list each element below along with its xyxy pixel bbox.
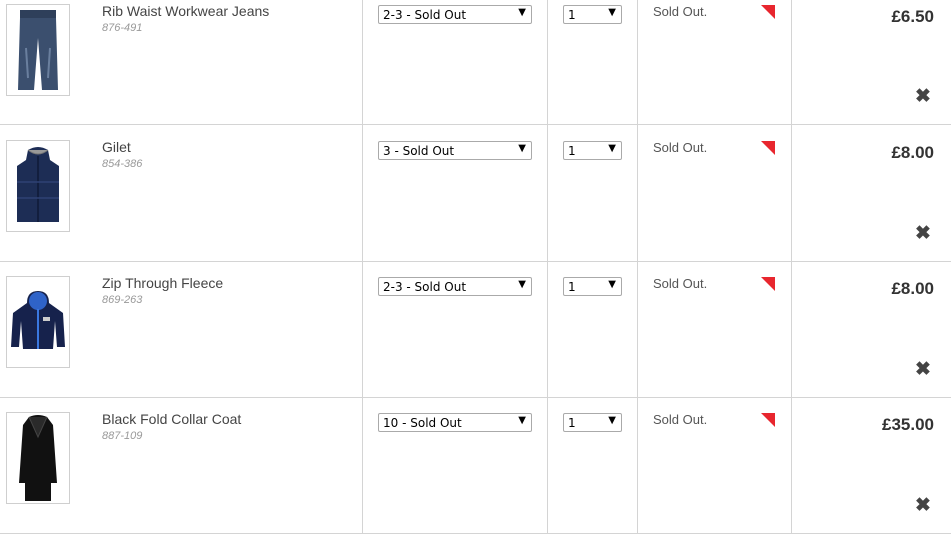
quantity-select-value: 1: [568, 280, 576, 294]
item-price: £8.00: [891, 143, 934, 162]
size-select[interactable]: 3 - Sold Out ▼: [378, 141, 532, 160]
column-divider: [637, 0, 638, 124]
column-divider: [362, 0, 363, 124]
item-price: £35.00: [882, 415, 934, 434]
size-select-value: 2-3 - Sold Out: [383, 280, 467, 294]
remove-item-button[interactable]: ✖: [915, 496, 931, 515]
remove-item-button[interactable]: ✖: [915, 224, 931, 243]
quantity-select[interactable]: 1 ▼: [563, 5, 622, 24]
basket-row: Zip Through Fleece 869-263 2-3 - Sold Ou…: [0, 261, 951, 398]
column-divider: [637, 397, 638, 533]
product-name[interactable]: Black Fold Collar Coat: [102, 411, 241, 427]
triangle-down-icon: ▼: [608, 415, 616, 426]
product-code: 869-263: [102, 294, 143, 306]
column-divider: [791, 0, 792, 124]
product-image-fleece[interactable]: [6, 276, 70, 368]
column-divider: [362, 397, 363, 533]
basket-row: Black Fold Collar Coat 887-109 10 - Sold…: [0, 397, 951, 534]
product-image-jeans[interactable]: [6, 4, 70, 96]
close-icon: ✖: [915, 495, 931, 516]
size-select-value: 2-3 - Sold Out: [383, 8, 467, 22]
size-select[interactable]: 2-3 - Sold Out ▼: [378, 5, 532, 24]
product-name[interactable]: Gilet: [102, 139, 131, 155]
size-select[interactable]: 2-3 - Sold Out ▼: [378, 277, 532, 296]
jeans-image: [18, 10, 58, 90]
triangle-down-icon: ▼: [518, 143, 526, 154]
column-divider: [547, 261, 548, 397]
triangle-down-icon: ▼: [608, 279, 616, 290]
quantity-select[interactable]: 1 ▼: [563, 277, 622, 296]
quantity-select-value: 1: [568, 144, 576, 158]
stock-status: Sold Out.: [653, 140, 708, 155]
triangle-down-icon: ▼: [608, 143, 616, 154]
column-divider: [791, 397, 792, 533]
triangle-down-icon: ▼: [608, 7, 616, 18]
product-code: 854-386: [102, 158, 143, 170]
quantity-select-value: 1: [568, 8, 576, 22]
product-image-coat[interactable]: [6, 412, 70, 504]
item-price: £8.00: [891, 279, 934, 298]
column-divider: [362, 261, 363, 397]
column-divider: [362, 125, 363, 261]
product-code: 887-109: [102, 430, 143, 442]
column-divider: [547, 125, 548, 261]
quantity-select[interactable]: 1 ▼: [563, 141, 622, 160]
product-image-gilet[interactable]: [6, 140, 70, 232]
product-name[interactable]: Zip Through Fleece: [102, 275, 223, 291]
basket-row: Gilet 854-386 3 - Sold Out ▼ 1 ▼ Sold Ou…: [0, 125, 951, 262]
close-icon: ✖: [915, 359, 931, 380]
stock-status: Sold Out.: [653, 4, 708, 19]
remove-item-button[interactable]: ✖: [915, 360, 931, 379]
red-corner-flag-icon: [761, 277, 775, 291]
basket-row: Rib Waist Workwear Jeans 876-491 2-3 - S…: [0, 0, 951, 125]
gilet-image: [17, 147, 59, 222]
red-corner-flag-icon: [761, 413, 775, 427]
triangle-down-icon: ▼: [518, 7, 526, 18]
red-corner-flag-icon: [761, 141, 775, 155]
size-select-value: 10 - Sold Out: [383, 416, 462, 430]
column-divider: [791, 125, 792, 261]
close-icon: ✖: [915, 86, 931, 107]
product-name[interactable]: Rib Waist Workwear Jeans: [102, 3, 269, 19]
product-code: 876-491: [102, 22, 143, 34]
red-corner-flag-icon: [761, 5, 775, 19]
close-icon: ✖: [915, 223, 931, 244]
coat-image: [19, 415, 57, 501]
column-divider: [637, 125, 638, 261]
item-price: £6.50: [891, 7, 934, 26]
quantity-select-value: 1: [568, 416, 576, 430]
column-divider: [791, 261, 792, 397]
triangle-down-icon: ▼: [518, 279, 526, 290]
column-divider: [637, 261, 638, 397]
column-divider: [547, 397, 548, 533]
stock-status: Sold Out.: [653, 412, 708, 427]
triangle-down-icon: ▼: [518, 415, 526, 426]
column-divider: [547, 0, 548, 124]
size-select[interactable]: 10 - Sold Out ▼: [378, 413, 532, 432]
quantity-select[interactable]: 1 ▼: [563, 413, 622, 432]
remove-item-button[interactable]: ✖: [915, 87, 931, 106]
stock-status: Sold Out.: [653, 276, 708, 291]
fleece-image: [11, 291, 65, 349]
size-select-value: 3 - Sold Out: [383, 144, 455, 158]
